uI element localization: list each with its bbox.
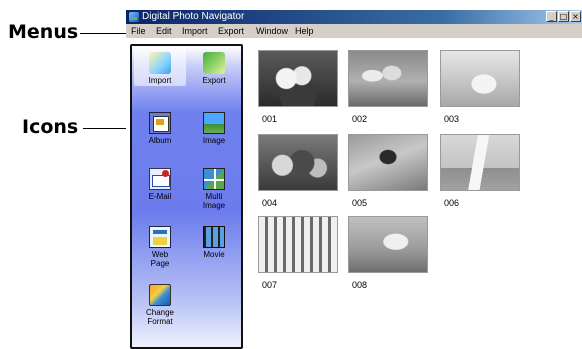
title-bar[interactable]: Digital Photo Navigator _ □ × bbox=[126, 10, 582, 24]
import-icon bbox=[149, 52, 171, 74]
menu-window[interactable]: Window bbox=[256, 25, 288, 37]
panel-item-album[interactable]: Album bbox=[134, 112, 186, 145]
panel-item-label: Multi Image bbox=[202, 192, 226, 210]
menus-callout: Menus bbox=[8, 21, 79, 43]
thumbnail-label: 008 bbox=[352, 280, 368, 290]
album-icon bbox=[149, 112, 171, 134]
panel-item-image[interactable]: Image bbox=[188, 112, 240, 145]
panel-item-email[interactable]: E-Mail bbox=[134, 168, 186, 201]
menu-file[interactable]: File bbox=[131, 25, 146, 37]
web-page-icon bbox=[149, 226, 171, 248]
thumbnail-label: 003 bbox=[444, 114, 460, 124]
close-button[interactable]: × bbox=[570, 11, 581, 22]
movie-icon bbox=[203, 226, 225, 248]
photo-thumbnail[interactable] bbox=[258, 134, 338, 191]
menu-bar: File Edit Import Export Window Help bbox=[126, 24, 582, 38]
icon-panel: Import Export Album Image E-Mail Multi I… bbox=[130, 44, 243, 349]
thumbnail-label: 006 bbox=[444, 198, 460, 208]
icons-callout: Icons bbox=[22, 116, 79, 138]
panel-item-label: Movie bbox=[203, 250, 225, 259]
menu-export[interactable]: Export bbox=[218, 25, 244, 37]
panel-item-label: Export bbox=[202, 76, 226, 85]
multi-image-icon bbox=[203, 168, 225, 190]
image-icon bbox=[203, 112, 225, 134]
thumbnail-label: 002 bbox=[352, 114, 368, 124]
menus-callout-line bbox=[80, 33, 128, 34]
panel-item-label: Change Format bbox=[145, 308, 175, 326]
photo-thumbnail[interactable] bbox=[348, 134, 428, 191]
panel-item-multi-image[interactable]: Multi Image bbox=[188, 168, 240, 210]
photo-thumbnail[interactable] bbox=[440, 134, 520, 191]
photo-thumbnail[interactable] bbox=[258, 50, 338, 107]
app-window: Digital Photo Navigator _ □ × File Edit … bbox=[126, 10, 582, 349]
thumbnail-label: 001 bbox=[262, 114, 278, 124]
minimize-button[interactable]: _ bbox=[546, 11, 557, 22]
thumbnail-label: 004 bbox=[262, 198, 278, 208]
photo-thumbnail[interactable] bbox=[348, 216, 428, 273]
panel-item-export[interactable]: Export bbox=[188, 52, 240, 85]
photo-thumbnail[interactable] bbox=[348, 50, 428, 107]
thumbnail-label: 005 bbox=[352, 198, 368, 208]
panel-item-import[interactable]: Import bbox=[134, 52, 186, 85]
panel-item-label: E-Mail bbox=[148, 192, 172, 201]
window-title: Digital Photo Navigator bbox=[142, 11, 245, 22]
email-icon bbox=[149, 168, 171, 190]
export-icon bbox=[203, 52, 225, 74]
panel-item-web-page[interactable]: Web Page bbox=[134, 226, 186, 268]
panel-item-label: Web Page bbox=[150, 250, 170, 268]
menu-help[interactable]: Help bbox=[295, 25, 314, 37]
panel-item-movie[interactable]: Movie bbox=[188, 226, 240, 259]
icons-callout-line bbox=[83, 128, 131, 129]
panel-item-label: Import bbox=[148, 76, 172, 85]
app-icon[interactable] bbox=[129, 12, 139, 22]
maximize-button[interactable]: □ bbox=[558, 11, 569, 22]
panel-item-change-format[interactable]: Change Format bbox=[134, 284, 186, 326]
photo-thumbnail[interactable] bbox=[440, 50, 520, 107]
photo-thumbnail[interactable] bbox=[258, 216, 338, 273]
menu-edit[interactable]: Edit bbox=[156, 25, 172, 37]
change-format-icon bbox=[149, 284, 171, 306]
menu-import[interactable]: Import bbox=[182, 25, 208, 37]
panel-item-label: Album bbox=[148, 136, 172, 145]
panel-item-label: Image bbox=[202, 136, 226, 145]
thumbnail-label: 007 bbox=[262, 280, 278, 290]
